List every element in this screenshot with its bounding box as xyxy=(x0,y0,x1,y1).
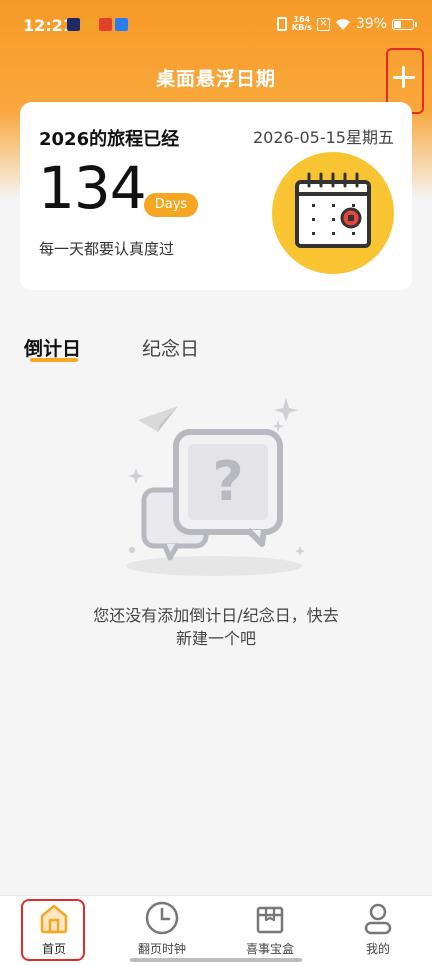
home-icon xyxy=(40,904,68,934)
user-icon xyxy=(364,903,392,935)
tab-anniversary[interactable]: 纪念日 xyxy=(142,334,199,361)
sim-icon: ✕ xyxy=(316,17,330,31)
box-icon xyxy=(256,906,284,934)
summary-card[interactable]: 2026的旅程已经 2026-05-15星期五 134 Days 每一天都要认真… xyxy=(20,102,412,290)
calendar-icon xyxy=(295,172,371,248)
tab-bar: 倒计日 纪念日 xyxy=(0,330,432,370)
notification-icons xyxy=(67,18,128,31)
question-chat-icon: ? xyxy=(126,398,305,576)
page-title: 桌面悬浮日期 xyxy=(155,68,276,90)
app-notification-icon xyxy=(67,18,80,31)
status-bar: 12:21 164 KB/s ✕ 39% xyxy=(0,0,432,52)
wifi-icon xyxy=(335,19,350,30)
network-speed: 164 KB/s xyxy=(291,15,312,32)
app-notification-icon xyxy=(99,18,112,31)
battery-percent: 39% xyxy=(355,16,387,32)
vibrate-icon xyxy=(276,17,287,31)
nav-profile[interactable]: 我的 xyxy=(324,896,432,965)
gesture-bar xyxy=(130,958,302,962)
app-notification-icon xyxy=(83,18,96,31)
empty-state-message: 您还没有添加倒计日/纪念日，快去 新建一个吧 xyxy=(93,606,339,648)
svg-text:?: ? xyxy=(212,450,243,513)
nav-flip-clock-label: 翻页时钟 xyxy=(137,942,186,956)
motto-text: 每一天都要认真度过 xyxy=(39,240,175,258)
nav-home-label: 首页 xyxy=(41,942,66,956)
calendar-illustration xyxy=(272,152,394,274)
days-count: 134 xyxy=(38,154,147,222)
nav-home[interactable]: 首页 xyxy=(0,896,108,965)
clock-icon xyxy=(145,901,179,935)
tab-active-indicator xyxy=(30,358,78,362)
year-journey-label: 2026的旅程已经 xyxy=(39,129,180,150)
days-badge: Days xyxy=(144,193,198,217)
battery-icon xyxy=(392,18,417,30)
bottom-navigation: 首页 翻页时钟 喜事宝盒 我的 xyxy=(0,895,432,965)
app-notification-icon xyxy=(115,18,128,31)
tab-countdown[interactable]: 倒计日 xyxy=(24,334,81,361)
nav-profile-label: 我的 xyxy=(365,942,390,956)
nav-happy-box-label: 喜事宝盒 xyxy=(245,942,294,956)
nav-happy-box[interactable]: 喜事宝盒 xyxy=(216,896,324,965)
nav-flip-clock[interactable]: 翻页时钟 xyxy=(108,896,216,965)
status-right: 164 KB/s ✕ 39% xyxy=(276,15,417,32)
current-date: 2026-05-15星期五 xyxy=(253,128,394,147)
